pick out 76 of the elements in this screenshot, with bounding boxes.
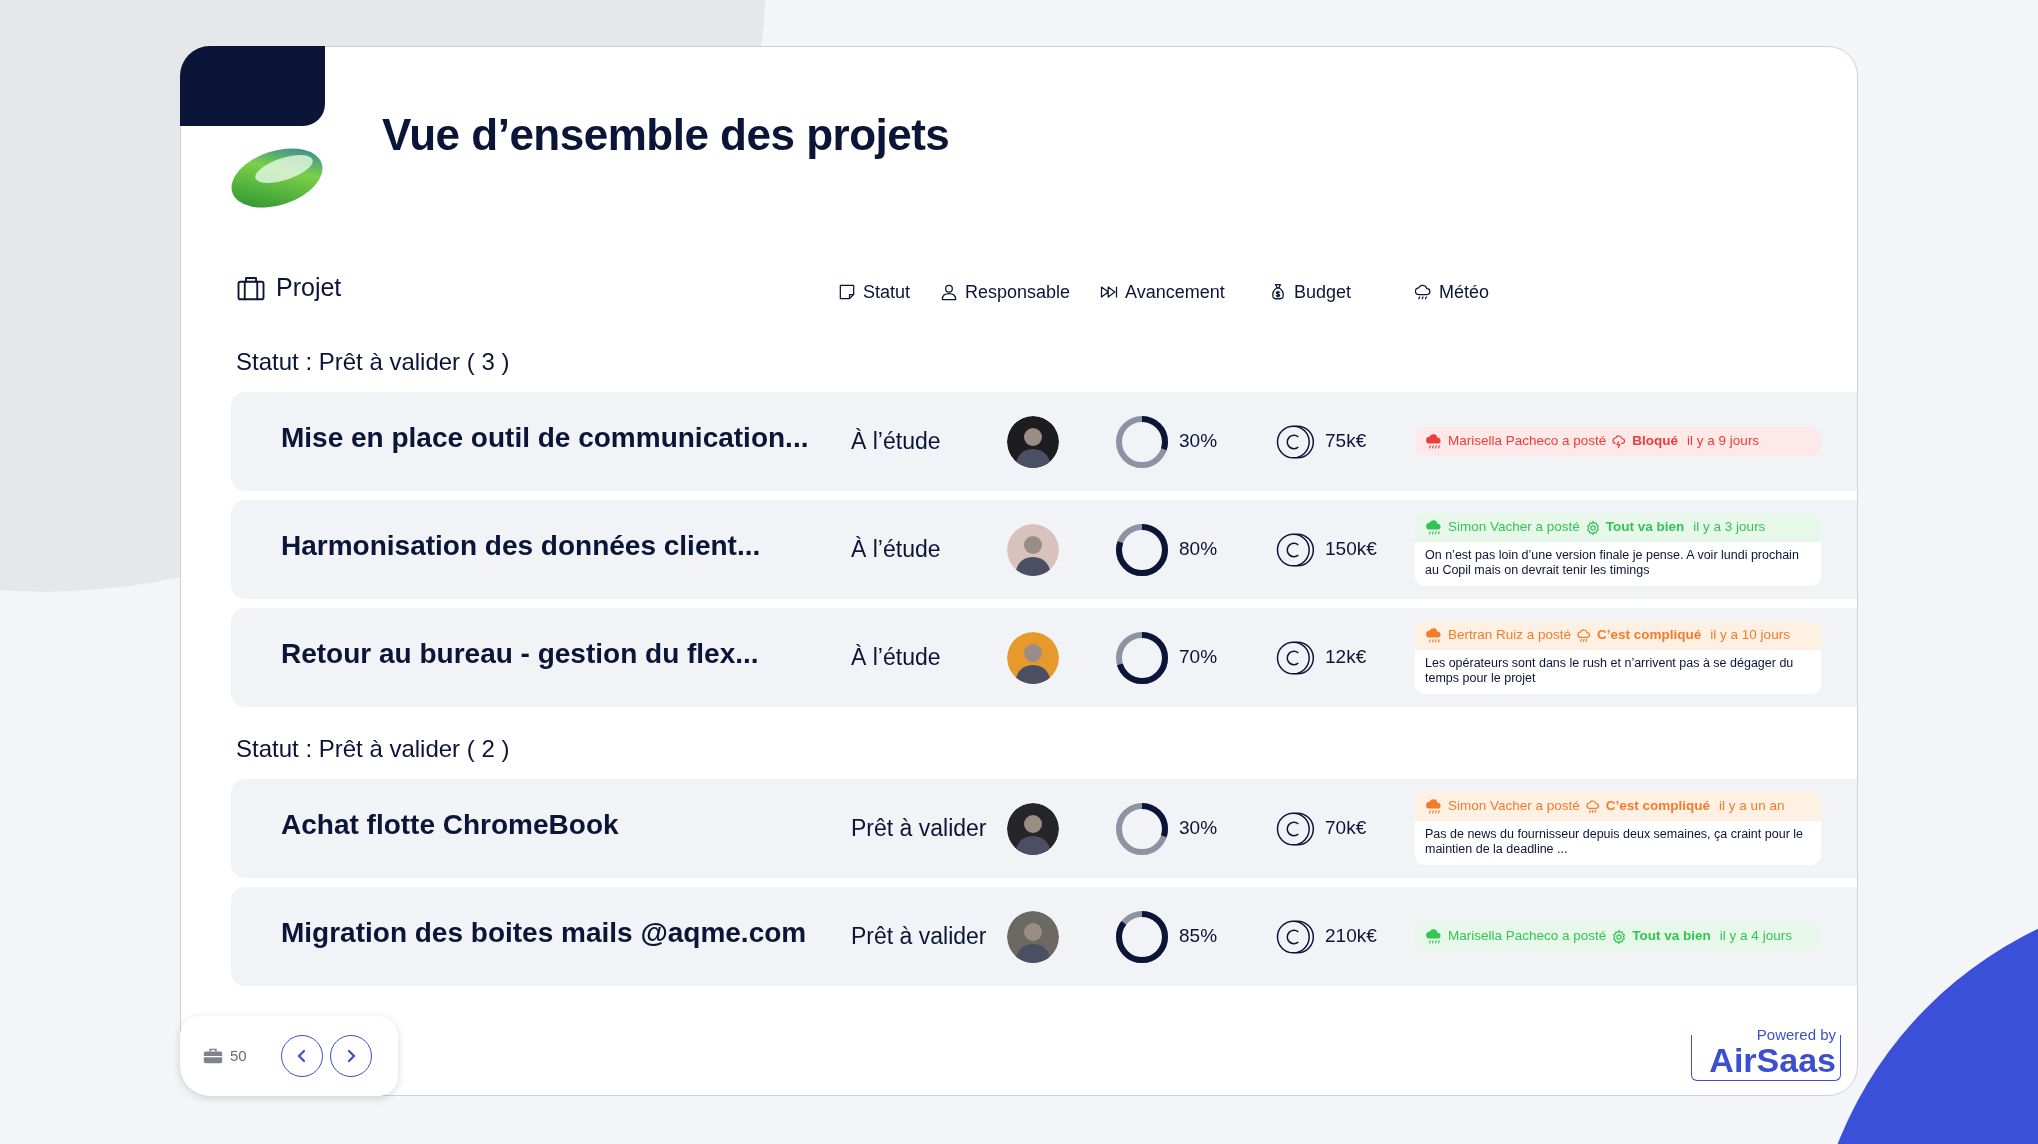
weather-time: il y a un an	[1719, 797, 1785, 816]
gear-icon	[1584, 519, 1601, 536]
project-name: Mise en place outil de communication...	[281, 420, 810, 455]
weather-time: il y a 10 jours	[1710, 626, 1790, 645]
page-title: Vue d’ensemble des projets	[382, 109, 950, 161]
progress-ring	[1115, 909, 1169, 964]
rain-cloud-icon	[1425, 432, 1443, 451]
progress-value: 80%	[1179, 537, 1218, 562]
column-header: Avancement	[1125, 280, 1225, 304]
gear-icon	[1611, 928, 1628, 945]
status-label: À l’étude	[851, 643, 942, 673]
progress-value: 30%	[1179, 429, 1218, 454]
column-header: Projet	[276, 272, 342, 304]
budget-value: 210k€	[1325, 924, 1377, 949]
column-header: Statut	[863, 280, 911, 304]
avatar	[1007, 415, 1059, 468]
rain-cloud-icon	[1425, 797, 1443, 816]
rain-cloud-icon	[1425, 518, 1443, 537]
note-icon	[837, 282, 857, 302]
status-label: Prêt à valider	[851, 814, 988, 844]
project-name: Retour au bureau - gestion du flex...	[281, 636, 760, 671]
weather-author: Simon Vacher a posté	[1448, 797, 1580, 816]
budget-value: 70k€	[1325, 816, 1367, 841]
progress-ring	[1115, 414, 1169, 469]
project-row[interactable]: Retour au bureau - gestion du flex... À l’étude 70% 12k€ Bertran Ruiz a posté C’est compliqué il y a 10 jours Les opérateurs sont dans le rush et n’arrivent pas à se dégager du temps pour le projet	[231, 608, 1857, 707]
budget-value: 150k€	[1325, 537, 1377, 562]
cloud-rain-icon	[1576, 627, 1593, 644]
column-header: Responsable	[965, 280, 1071, 304]
weather-mood: C’est compliqué	[1597, 626, 1702, 645]
person-icon	[939, 282, 959, 302]
rain-cloud-icon	[1425, 927, 1443, 946]
brand-name: AirSaas	[1709, 1042, 1836, 1078]
project-row[interactable]: Achat flotte ChromeBook Prêt à valider 30% 70k€ Simon Vacher a posté C’est compliqué il y a un an Pas de news du fournisseur depuis deux semaines, ça craint pour le maintien de la deadline ...	[231, 779, 1857, 878]
weather-author: Bertran Ruiz a posté	[1448, 626, 1572, 645]
weather-time: il y a 4 jours	[1719, 927, 1792, 946]
project-name: Harmonisation des données client...	[281, 528, 762, 563]
weather-mood: Tout va bien	[1605, 518, 1685, 537]
avatar	[1007, 631, 1059, 684]
weather-author: Marisella Pacheco a posté	[1448, 432, 1607, 451]
project-row[interactable]	[231, 500, 1857, 599]
project-name: Migration des boites mails @aqme.com	[281, 915, 808, 950]
progress-value: 30%	[1179, 816, 1218, 841]
lightning-cloud-icon	[1611, 433, 1628, 450]
status-label: Prêt à valider	[851, 922, 988, 952]
weather-time: il y a 9 jours	[1687, 432, 1760, 451]
project-count: 50	[230, 1045, 247, 1066]
group-header: Statut : Prêt à valider ( 2 )	[235, 734, 511, 764]
rain-cloud-icon	[1425, 626, 1443, 645]
weather-mood: Bloqué	[1632, 432, 1679, 451]
cloud-rain-icon	[1584, 798, 1601, 815]
weather-mood: Tout va bien	[1632, 927, 1711, 946]
previous-button[interactable]	[280, 1035, 323, 1077]
avatar	[1007, 802, 1059, 855]
weather-author: Marisella Pacheco a posté	[1448, 927, 1607, 946]
progress-ring	[1115, 801, 1169, 856]
column-header: Budget	[1294, 280, 1352, 304]
status-label: À l’étude	[851, 535, 942, 565]
avatar	[1007, 523, 1059, 576]
group-header: Statut : Prêt à valider ( 3 )	[235, 347, 511, 377]
progress-value: 70%	[1179, 645, 1218, 670]
weather-mood: C’est compliqué	[1605, 797, 1711, 816]
weather-time: il y a 3 jours	[1693, 518, 1766, 537]
column-header: Météo	[1439, 280, 1490, 304]
progress-ring	[1115, 522, 1169, 577]
cloud-rain-icon	[1413, 282, 1433, 302]
progress-value: 85%	[1179, 924, 1218, 949]
next-button[interactable]	[329, 1035, 372, 1077]
avatar	[1007, 910, 1059, 963]
project-row[interactable]: Mise en place outil de communication... À l’étude 30% 75k€ Marisella Pacheco a posté Bloqué il y a 9 jours	[231, 392, 1857, 491]
weather-author: Simon Vacher a posté	[1448, 518, 1580, 537]
progress-ring	[1115, 630, 1169, 685]
budget-value: 75k€	[1325, 429, 1367, 454]
project-name: Achat flotte ChromeBook	[281, 807, 620, 842]
status-label: À l’étude	[851, 427, 942, 457]
budget-value: 12k€	[1325, 645, 1367, 670]
project-row[interactable]: Migration des boites mails @aqme.com Prêt à valider 85% 210k€ Marisella Pacheco a posté Tout va bien il y a 4 jours	[231, 887, 1857, 986]
